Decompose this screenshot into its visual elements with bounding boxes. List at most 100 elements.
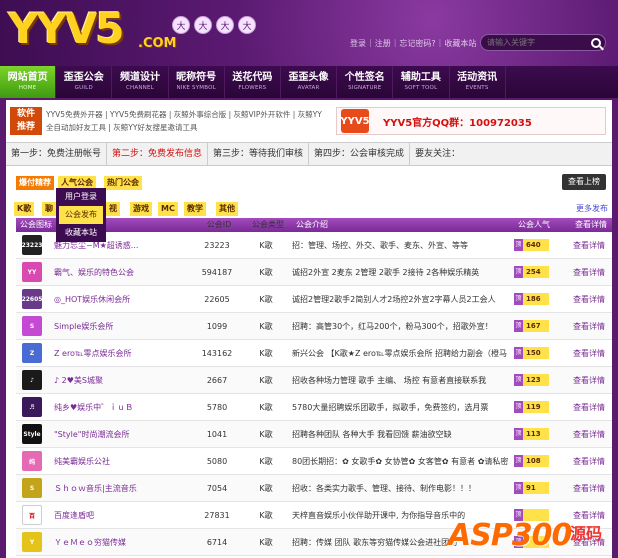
category-k-song[interactable]: K歌: [14, 202, 35, 216]
guild-avatar-icon[interactable]: YY: [22, 262, 42, 282]
nav-events[interactable]: 活动资讯 EVENTS: [450, 66, 506, 98]
table-row[interactable]: ♬ 纯乡♥娱乐中゛ｉｕＢ 5780 K歌 5780大量招聘娱乐团歌手，拟歌手，免费签约，…: [16, 394, 612, 421]
tab-hot[interactable]: 热门公会: [104, 176, 142, 190]
nav-channel[interactable]: 频道设计 CHANNEL: [112, 66, 169, 98]
nav-guild[interactable]: 歪歪公会 GUILD: [56, 66, 113, 98]
recommend-link[interactable]: YYV5免费刷花器: [110, 110, 167, 119]
view-details-link[interactable]: 查看详情: [566, 456, 612, 467]
guild-description: 诚招2管理2歌手2简别人才2场控2外宣2字幕人员2工会人: [292, 294, 496, 304]
guild-avatar-icon[interactable]: S: [22, 478, 42, 498]
view-details-link[interactable]: 查看详情: [566, 483, 612, 494]
view-ranking-button[interactable]: 查看上榜: [562, 174, 606, 190]
view-details-link[interactable]: 查看详情: [566, 267, 612, 278]
guild-name-link[interactable]: ＹｅＭｅｏ穷猫传媒: [54, 537, 194, 548]
view-details-link[interactable]: 查看详情: [566, 402, 612, 413]
guild-avatar-icon[interactable]: 纯: [22, 451, 42, 471]
nav-avatar[interactable]: 歪歪头像 AVATAR: [281, 66, 338, 98]
table-row[interactable]: Style "Style"时尚潮流会所 1041 K歌 招聘各种团队 各种大手 我看回馈…: [16, 421, 612, 448]
table-row[interactable]: 22605 ◎_HOT娱乐休闲会所 22605 K歌 诚招2管理2歌手2简别人才2场控2…: [16, 286, 612, 313]
guild-avatar-icon[interactable]: 22605: [22, 289, 42, 309]
guild-avatar-icon[interactable]: Z: [22, 343, 42, 363]
vote-icon[interactable]: 顶: [514, 239, 523, 251]
menu-item-bookmark[interactable]: 收藏本站: [56, 224, 106, 242]
recommend-link[interactable]: 全自动加好友工具: [46, 123, 106, 132]
category-game[interactable]: 游戏: [130, 202, 152, 216]
view-details-link[interactable]: 查看详情: [566, 240, 612, 251]
login-link[interactable]: 登录: [350, 38, 366, 49]
more-publish-link[interactable]: 更多发布: [576, 203, 608, 214]
guild-name-link[interactable]: 百度逢盾吧: [54, 510, 194, 521]
nav-flowers[interactable]: 送花代码 FLOWERS: [225, 66, 281, 98]
step-1[interactable]: 第一步：免费注册帐号: [6, 142, 108, 166]
guild-name-link[interactable]: Simple娱乐会所: [54, 321, 194, 332]
guild-name-link[interactable]: 纯美霸娱乐公社: [54, 456, 194, 467]
tab-featured[interactable]: 爆付精荐: [16, 176, 54, 190]
col-header-desc: 公会介绍: [296, 220, 328, 229]
view-details-link[interactable]: 查看详情: [566, 510, 612, 521]
search-input[interactable]: [487, 38, 585, 47]
table-row[interactable]: 纯 纯美霸娱乐公社 5080 K歌 80团长期招：✿ 女歌手✿ 女协管✿ 女客管✿ 有意…: [16, 448, 612, 475]
col-header-popularity: 公会人气: [518, 220, 550, 229]
view-details-link[interactable]: 查看详情: [566, 294, 612, 305]
category-mc[interactable]: MC: [158, 202, 178, 216]
guild-name-link[interactable]: 霸气、娱乐的特色公会: [54, 267, 194, 278]
guild-avatar-icon[interactable]: Style: [22, 424, 42, 444]
nav-tools[interactable]: 辅助工具 SOFT TOOL: [393, 66, 450, 98]
guild-avatar-icon[interactable]: ♪: [22, 370, 42, 390]
guild-avatar-icon[interactable]: ♬: [22, 397, 42, 417]
category-teaching[interactable]: 教学: [184, 202, 206, 216]
guild-name-link[interactable]: Z ero℡零点娱乐会所: [54, 348, 194, 359]
recommend-link[interactable]: 灰鲸YY好友搜星邀请工具: [113, 123, 197, 132]
guild-name-link[interactable]: "Style"时尚潮流会所: [54, 429, 194, 440]
nav-sublabel: AVATAR: [297, 85, 320, 91]
vote-icon[interactable]: 顶: [514, 482, 523, 494]
step-2[interactable]: 第二步：免费发布信息: [107, 142, 209, 166]
view-details-link[interactable]: 查看详情: [566, 321, 612, 332]
guild-name-link[interactable]: ♪ 2♥美S城聚: [54, 375, 194, 386]
recommend-link[interactable]: 灰鲸VIP外开软件: [234, 110, 291, 119]
site-logo[interactable]: YYV5: [8, 6, 125, 52]
table-row[interactable]: YY 霸气、娱乐的特色公会 594187 K歌 诚招2外宣 2麦东 2管理 2歌手 2接…: [16, 259, 612, 286]
nav-home[interactable]: 网站首页 HOME: [0, 66, 57, 98]
category-other[interactable]: 其他: [216, 202, 238, 216]
view-details-link[interactable]: 查看详情: [566, 429, 612, 440]
nav-signature[interactable]: 个性签名 SIGNATURE: [337, 66, 394, 98]
vote-icon[interactable]: 顶: [514, 428, 523, 440]
recommend-link[interactable]: 灰鲸外事综合版: [174, 110, 227, 119]
guild-avatar-icon[interactable]: S: [22, 316, 42, 336]
forgot-password-link[interactable]: 忘记密码?: [399, 38, 435, 49]
guild-avatar-icon[interactable]: 23223: [22, 235, 42, 255]
nav-nickname[interactable]: 昵称符号 NIKE SYMBOL: [169, 66, 225, 98]
table-row[interactable]: S Simple娱乐会所 1099 K歌 招聘：高管30个，红马200个，粉马300个，…: [16, 313, 612, 340]
guild-avatar-icon[interactable]: Y: [22, 532, 42, 552]
menu-item-login[interactable]: 用户登录: [56, 188, 106, 206]
table-row[interactable]: S Ｓｈｏｗ音乐|主流音乐 7054 K歌 招收：各类实力歌手、管理、接待、制作电影！！…: [16, 475, 612, 502]
category-video[interactable]: 视: [106, 202, 120, 216]
guild-avatar-icon[interactable]: 百: [22, 505, 42, 525]
guild-description: 招聘：高管30个，红马200个，粉马300个，招歌外宣！: [292, 321, 493, 331]
bookmark-link[interactable]: 收藏本站: [444, 38, 476, 49]
register-link[interactable]: 注册: [375, 38, 391, 49]
view-details-link[interactable]: 查看详情: [566, 348, 612, 359]
guild-name-link[interactable]: 纯乡♥娱乐中゛ｉｕＢ: [54, 402, 194, 413]
menu-item-publish[interactable]: 公会发布: [59, 206, 103, 224]
vote-icon[interactable]: 顶: [514, 455, 523, 467]
nav-sublabel: SOFT TOOL: [404, 85, 438, 91]
table-row[interactable]: Z Z ero℡零点娱乐会所 143162 K歌 新兴公会 【K歌★Z ero℡零点娱乐…: [16, 340, 612, 367]
search-icon[interactable]: [591, 37, 601, 48]
vote-icon[interactable]: 顶: [514, 374, 523, 386]
guild-name-link[interactable]: Ｓｈｏｗ音乐|主流音乐: [54, 483, 194, 494]
view-details-link[interactable]: 查看详情: [566, 375, 612, 386]
vote-icon[interactable]: 顶: [514, 266, 523, 278]
vote-icon[interactable]: 顶: [514, 293, 523, 305]
vote-icon[interactable]: 顶: [514, 347, 523, 359]
recommend-link[interactable]: YYV5免费外开器: [46, 110, 103, 119]
guild-name-link[interactable]: ◎_HOT娱乐休闲会所: [54, 294, 194, 305]
vote-icon[interactable]: 顶: [514, 320, 523, 332]
qq-group-banner[interactable]: YYV5 YYV5官方QQ群：100972035: [336, 107, 606, 135]
category-chat[interactable]: 聊: [42, 202, 56, 216]
guild-description: 招：管理、场控、外交、歌手、麦东、外宣、等等: [292, 240, 468, 250]
table-row[interactable]: ♪ ♪ 2♥美S城聚 2667 K歌 招收各种场力管理 歌手 主编、 场控 有意者直接联…: [16, 367, 612, 394]
vote-icon[interactable]: 顶: [514, 401, 523, 413]
recommend-link[interactable]: 灰鲸YY: [298, 110, 322, 119]
